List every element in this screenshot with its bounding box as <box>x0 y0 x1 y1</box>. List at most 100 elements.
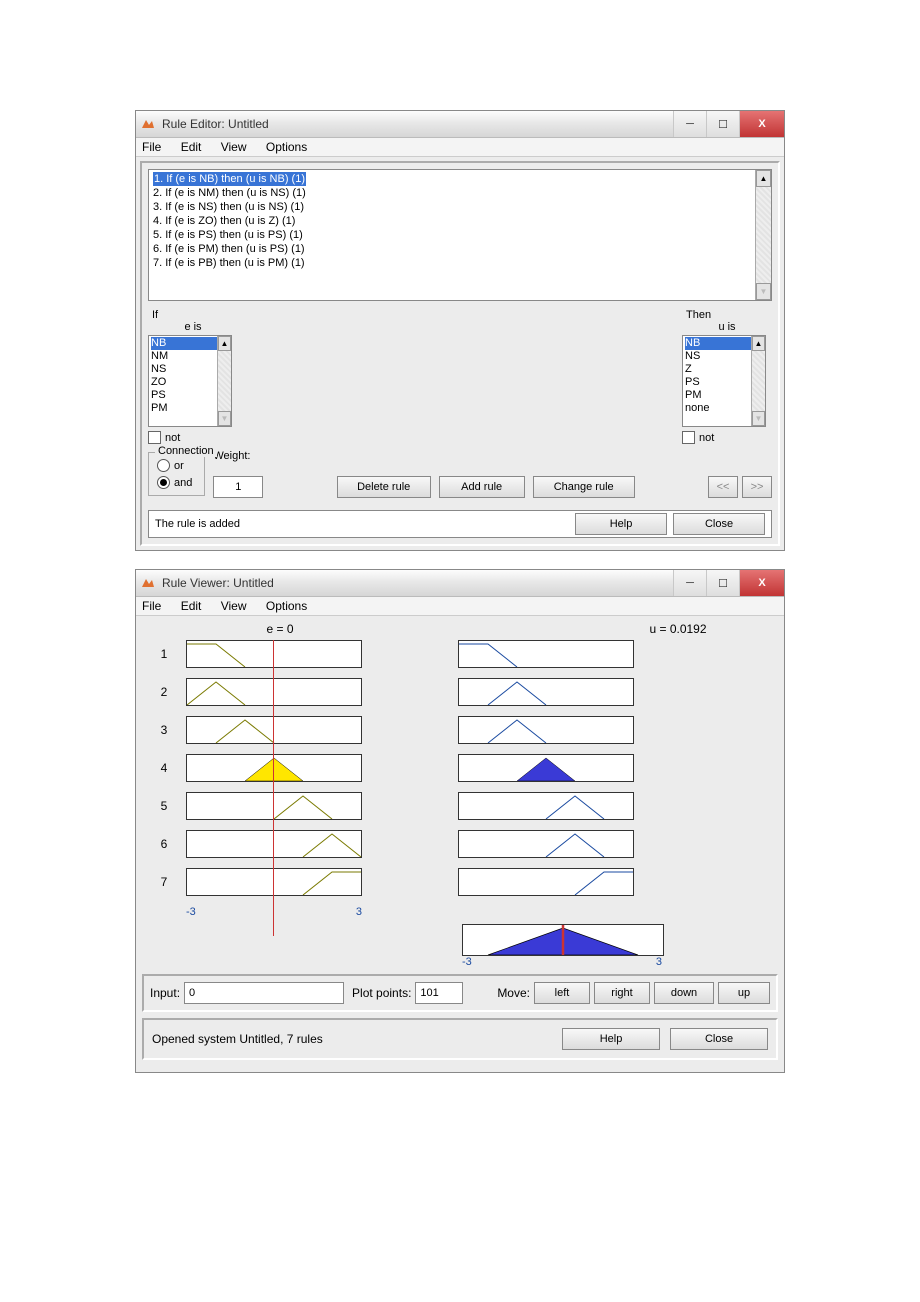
plot-points-field[interactable]: 101 <box>415 982 463 1004</box>
titlebar[interactable]: Rule Editor: Untitled ─ ☐ X <box>136 111 784 138</box>
if-listbox[interactable]: NBNMNSZOPSPM ▲ ▼ <box>148 335 232 427</box>
rule-list-scrollbar[interactable]: ▲ ▼ <box>755 170 771 300</box>
rule-index: 7 <box>142 875 186 889</box>
if-label: If <box>148 307 238 321</box>
scroll-down-icon[interactable]: ▼ <box>752 411 765 426</box>
rule-index: 6 <box>142 837 186 851</box>
input-label: Input: <box>150 986 180 1000</box>
u-mf-chart <box>458 830 634 858</box>
scroll-up-icon[interactable]: ▲ <box>756 170 771 187</box>
u-mf-chart <box>458 640 634 668</box>
window-title: Rule Viewer: Untitled <box>162 576 274 590</box>
editor-statusbar: The rule is added Help Close <box>148 510 772 538</box>
move-left-button[interactable]: left <box>534 982 590 1004</box>
rule-row: 3 <box>142 716 778 744</box>
connection-and-radio[interactable] <box>157 476 170 489</box>
matlab-icon <box>140 116 156 132</box>
rule-editor-window: Rule Editor: Untitled ─ ☐ X File Edit Vi… <box>135 110 785 551</box>
window-title: Rule Editor: Untitled <box>162 117 269 131</box>
then-column: Then u is NBNSZPSPMnone ▲ ▼ not <box>682 307 772 444</box>
move-label: Move: <box>497 986 530 1000</box>
u-mf-chart <box>458 678 634 706</box>
u-axis-labels: -3 3 <box>462 956 662 968</box>
menu-file[interactable]: File <box>142 140 161 154</box>
menu-file[interactable]: File <box>142 599 161 613</box>
next-rule-button[interactable]: >> <box>742 476 772 498</box>
e-axis-max: 3 <box>356 906 362 918</box>
menu-view[interactable]: View <box>221 599 247 613</box>
menu-options[interactable]: Options <box>266 140 307 154</box>
help-button[interactable]: Help <box>575 513 667 535</box>
close-button[interactable]: Close <box>673 513 765 535</box>
then-listbox-scrollbar[interactable]: ▲ ▼ <box>751 336 765 426</box>
if-not-checkbox[interactable] <box>148 431 161 444</box>
scroll-down-icon[interactable]: ▼ <box>756 283 771 300</box>
if-var-label: e is <box>148 321 238 333</box>
rule-row: 4 <box>142 754 778 782</box>
u-mf-chart <box>458 754 634 782</box>
plot-points-label: Plot points: <box>352 986 411 1000</box>
menubar: File Edit View Options <box>136 138 784 157</box>
matlab-icon <box>140 575 156 591</box>
rule-row: 2 <box>142 678 778 706</box>
aggregate-output-chart <box>462 924 664 956</box>
rule-row: 6 <box>142 830 778 858</box>
status-text: The rule is added <box>155 518 240 530</box>
u-axis-min: -3 <box>462 956 472 968</box>
move-up-button[interactable]: up <box>718 982 770 1004</box>
menubar: File Edit View Options <box>136 597 784 616</box>
maximize-button[interactable]: ☐ <box>706 111 739 137</box>
if-column: If e is NBNMNSZOPSPM ▲ ▼ not <box>148 307 238 444</box>
connection-legend: Connection <box>155 445 217 457</box>
close-window-button[interactable]: X <box>739 111 784 137</box>
e-header: e = 0 <box>186 622 374 636</box>
close-window-button[interactable]: X <box>739 570 784 596</box>
e-axis-min: -3 <box>186 906 196 918</box>
menu-edit[interactable]: Edit <box>181 140 202 154</box>
rule-index: 3 <box>142 723 186 737</box>
weight-label: Weight: <box>213 450 263 462</box>
weight-input[interactable]: 1 <box>213 476 263 498</box>
delete-rule-button[interactable]: Delete rule <box>337 476 431 498</box>
input-slider-line[interactable] <box>273 640 274 936</box>
titlebar[interactable]: Rule Viewer: Untitled ─ ☐ X <box>136 570 784 597</box>
prev-rule-button[interactable]: << <box>708 476 738 498</box>
u-mf-chart <box>458 868 634 896</box>
rule-list[interactable]: 1. If (e is NB) then (u is NB) (1)2. If … <box>148 169 772 301</box>
u-header: u = 0.0192 <box>578 622 778 636</box>
help-button[interactable]: Help <box>562 1028 660 1050</box>
move-down-button[interactable]: down <box>654 982 714 1004</box>
then-label: Then <box>682 307 772 321</box>
viewer-controls: Input: 0 Plot points: 101 Move: left rig… <box>142 974 778 1012</box>
then-not-checkbox[interactable] <box>682 431 695 444</box>
or-label: or <box>174 460 184 472</box>
and-label: and <box>174 477 192 489</box>
if-not-label: not <box>165 432 180 444</box>
then-var-label: u is <box>682 321 772 333</box>
maximize-button[interactable]: ☐ <box>706 570 739 596</box>
scroll-down-icon[interactable]: ▼ <box>218 411 231 426</box>
scroll-up-icon[interactable]: ▲ <box>752 336 765 351</box>
connection-or-radio[interactable] <box>157 459 170 472</box>
connection-group: Connection or and <box>148 452 205 496</box>
add-rule-button[interactable]: Add rule <box>439 476 525 498</box>
if-listbox-scrollbar[interactable]: ▲ ▼ <box>217 336 231 426</box>
minimize-button[interactable]: ─ <box>673 570 706 596</box>
menu-options[interactable]: Options <box>266 599 307 613</box>
rule-index: 1 <box>142 647 186 661</box>
scroll-up-icon[interactable]: ▲ <box>218 336 231 351</box>
menu-edit[interactable]: Edit <box>181 599 202 613</box>
close-button[interactable]: Close <box>670 1028 768 1050</box>
change-rule-button[interactable]: Change rule <box>533 476 635 498</box>
rule-row: 5 <box>142 792 778 820</box>
input-field[interactable]: 0 <box>184 982 344 1004</box>
rule-viewer-window: Rule Viewer: Untitled ─ ☐ X File Edit Vi… <box>135 569 785 1073</box>
menu-view[interactable]: View <box>221 140 247 154</box>
move-right-button[interactable]: right <box>594 982 650 1004</box>
then-listbox[interactable]: NBNSZPSPMnone ▲ ▼ <box>682 335 766 427</box>
u-mf-chart <box>458 792 634 820</box>
rule-charts[interactable]: 1 2 3 4 5 6 7 <box>142 640 778 896</box>
viewer-statusbar: Opened system Untitled, 7 rules Help Clo… <box>142 1018 778 1060</box>
minimize-button[interactable]: ─ <box>673 111 706 137</box>
rule-row: 1 <box>142 640 778 668</box>
